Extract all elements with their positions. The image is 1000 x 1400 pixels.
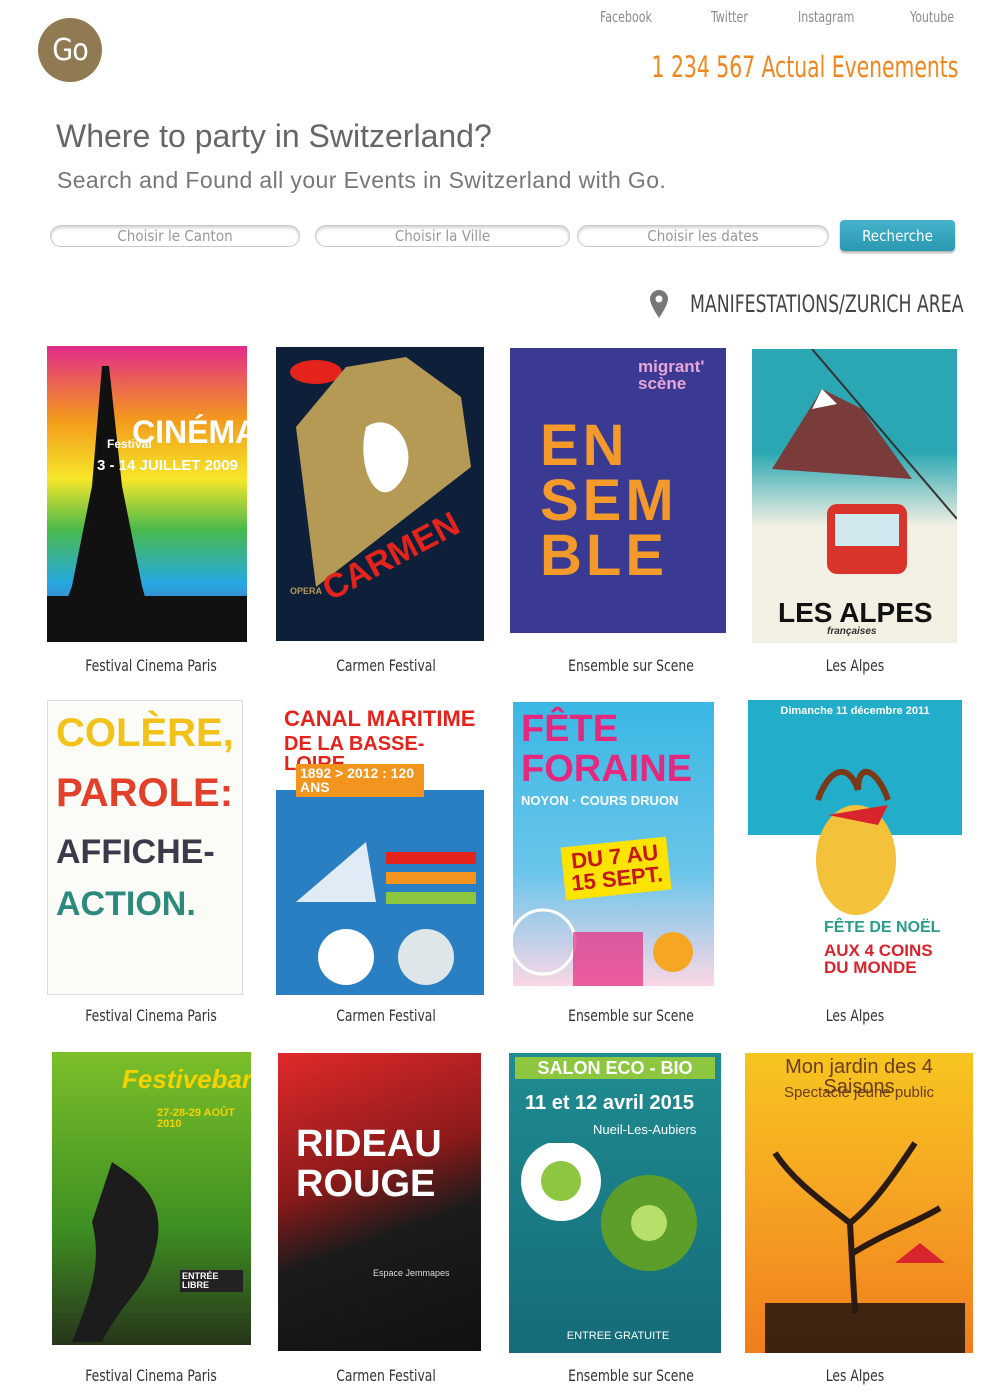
map-pin-icon: [650, 290, 668, 318]
poster-line: FORAINE: [521, 748, 692, 790]
poster-line: COLÈRE,: [56, 711, 234, 755]
fan-illustration: [290, 357, 471, 587]
event-poster[interactable]: Festivebant 27-28-29 AOÛT 2010 ENTRÉE LI…: [52, 1052, 251, 1345]
tree-silhouette-illustration: [765, 1141, 965, 1353]
poster-line: CINÉMA: [132, 414, 247, 450]
poster-line: AUX 4 COINS DU MONDE: [824, 941, 933, 978]
event-caption[interactable]: Les Alpes: [826, 1006, 884, 1025]
instagram-link[interactable]: Instagram: [798, 8, 854, 26]
event-caption[interactable]: Carmen Festival: [336, 1006, 436, 1025]
page-title: Where to party in Switzerland?: [56, 118, 492, 154]
dancer-silhouette-illustration: [72, 1162, 159, 1342]
event-poster[interactable]: Dimanche 11 décembre 2011 FÊTE DE NOËL A…: [748, 700, 962, 1000]
event-caption[interactable]: Festival Cinema Paris: [85, 1366, 217, 1385]
poster-line: Festivebant: [122, 1064, 251, 1094]
page-subtitle: Search and Found all your Events in Swit…: [57, 167, 667, 193]
poster-line: Spectacle jeune public: [783, 1084, 935, 1101]
section-header: MANIFESTATIONS/ZURICH AREA: [650, 290, 1000, 318]
poster-line: ENTRÉE LIBRE: [180, 1270, 243, 1293]
poster-line: Espace Jemmapes: [373, 1268, 450, 1278]
facebook-link[interactable]: Facebook: [600, 8, 652, 26]
poster-line: 27-28-29 AOÛT 2010: [157, 1107, 235, 1131]
event-caption[interactable]: Ensemble sur Scene: [568, 656, 694, 675]
section-title: MANIFESTATIONS/ZURICH AREA: [690, 290, 964, 318]
canton-select[interactable]: [50, 225, 300, 247]
event-poster[interactable]: CANAL MARITIME DE LA BASSE-LOIRE 1892 > …: [276, 702, 484, 995]
poster-line: EN SEM BLE: [540, 413, 678, 589]
event-caption[interactable]: Festival Cinema Paris: [85, 1006, 217, 1025]
poster-line: 3 - 14 JUILLET 2009: [97, 457, 238, 474]
event-caption[interactable]: Carmen Festival: [336, 1366, 436, 1385]
poster-line: ROUGE: [296, 1163, 436, 1205]
poster-line: Nueil-Les-Aubiers: [593, 1122, 697, 1137]
poster-line: françaises: [827, 626, 877, 637]
poster-line: ENTREE GRATUITE: [566, 1330, 670, 1342]
poster-line: PAROLE:: [56, 771, 234, 815]
event-caption[interactable]: Les Alpes: [826, 656, 884, 675]
event-caption[interactable]: Carmen Festival: [336, 656, 436, 675]
eco-leaf-illustration: [521, 1143, 697, 1271]
search-button[interactable]: Recherche: [840, 220, 955, 251]
event-poster[interactable]: LES ALPES françaises: [752, 349, 957, 643]
event-caption[interactable]: Ensemble sur Scene: [568, 1366, 694, 1385]
poster-line: FÊTE DE NOËL: [824, 919, 941, 936]
poster-line: AFFICHE-: [56, 833, 215, 871]
poster-line: OPERA: [290, 586, 323, 596]
poster-line: SALON ECO - BIO: [515, 1057, 715, 1080]
poster-line: DU 7 AU 15 SEPT.: [560, 836, 672, 901]
poster-line: FÊTE: [521, 708, 619, 750]
event-poster[interactable]: Mon jardin des 4 Saisons Spectacle jeune…: [745, 1053, 973, 1353]
event-poster[interactable]: RIDEAU ROUGE Espace Jemmapes: [278, 1053, 481, 1351]
poster-line: NOYON · COURS DRUON: [521, 793, 679, 808]
go-logo[interactable]: Go: [38, 18, 102, 82]
poster-line: migrant' scène: [638, 357, 705, 394]
event-poster[interactable]: FÊTE FORAINE NOYON · COURS DRUON DU 7 AU…: [513, 702, 714, 986]
city-select[interactable]: [315, 225, 570, 247]
event-caption[interactable]: Ensemble sur Scene: [568, 1006, 694, 1025]
event-caption[interactable]: Les Alpes: [826, 1366, 884, 1385]
event-poster[interactable]: COLÈRE, PAROLE: AFFICHE- ACTION.: [47, 700, 243, 995]
twitter-link[interactable]: Twitter: [711, 8, 748, 26]
boat-illustration: [296, 842, 476, 985]
carnival-illustration: [513, 908, 693, 986]
event-poster[interactable]: SALON ECO - BIO 11 et 12 avril 2015 Nuei…: [509, 1053, 721, 1353]
event-poster[interactable]: Festival CINÉMA 3 - 14 JUILLET 2009: [47, 346, 247, 642]
poster-line: 11 et 12 avril 2015: [525, 1092, 695, 1114]
poster-line: CANAL MARITIME: [284, 706, 476, 731]
poster-line: ACTION.: [56, 885, 196, 923]
poster-line: 1892 > 2012 : 120 ANS: [296, 764, 424, 797]
event-poster[interactable]: CARMEN OPERA: [276, 347, 484, 641]
dates-picker[interactable]: [577, 225, 829, 247]
poster-line: Dimanche 11 décembre 2011: [780, 705, 930, 717]
poster-line: LES ALPES: [778, 597, 933, 628]
eiffel-tower-illustration: [47, 366, 247, 642]
poster-footer: [510, 633, 726, 646]
events-count: 1 234 567 Actual Evenements: [651, 50, 958, 84]
youtube-link[interactable]: Youtube: [910, 8, 954, 26]
event-caption[interactable]: Festival Cinema Paris: [85, 656, 217, 675]
event-poster[interactable]: migrant' scène EN SEM BLE: [510, 348, 726, 633]
poster-line: RIDEAU: [296, 1123, 442, 1165]
